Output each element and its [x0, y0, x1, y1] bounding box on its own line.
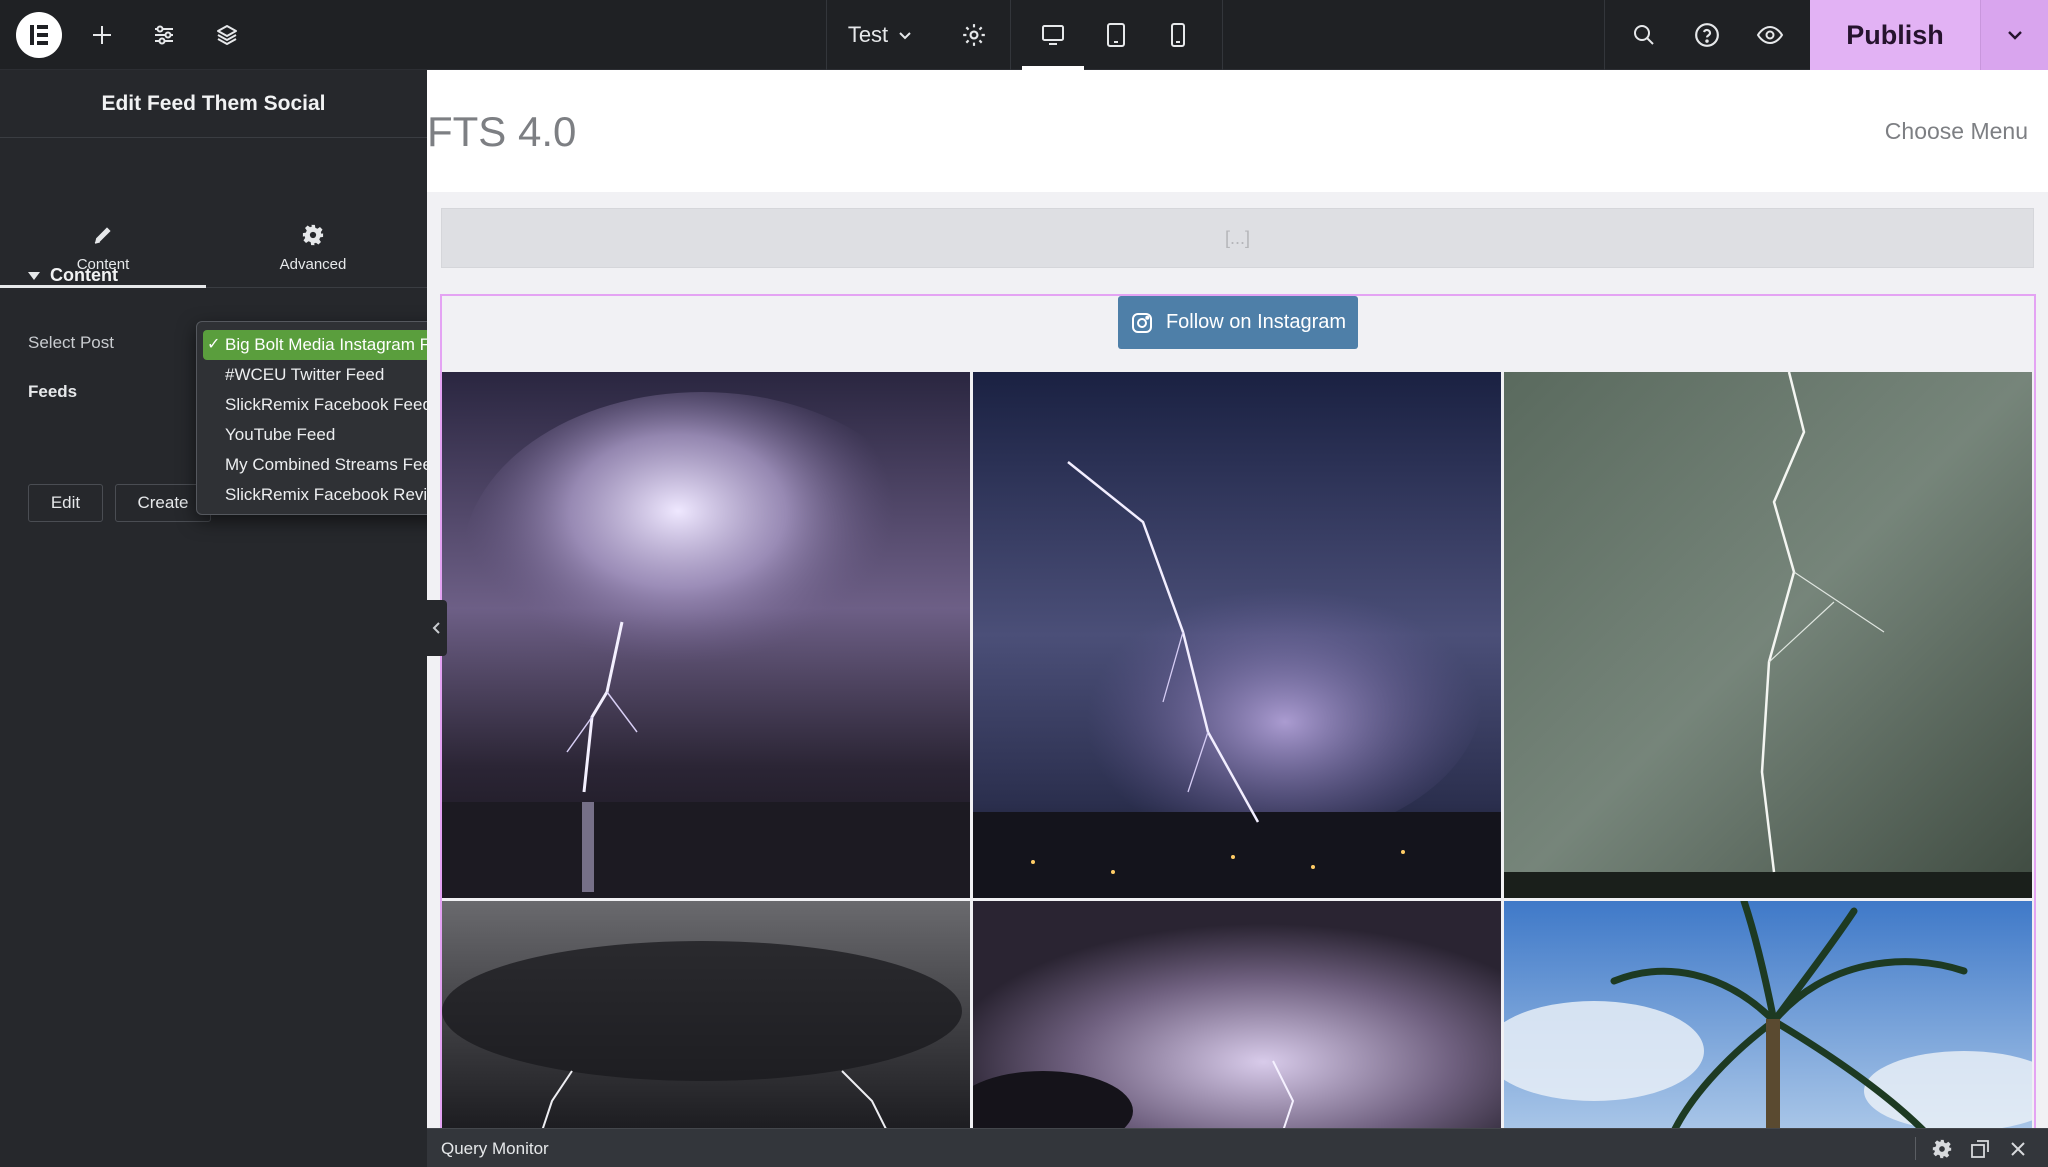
mobile-icon [1171, 23, 1185, 47]
query-monitor-close-button[interactable] [2003, 1129, 2033, 1167]
chevron-down-icon [899, 32, 911, 40]
help-button[interactable] [1687, 0, 1727, 70]
pencil-icon [94, 227, 111, 244]
query-monitor-popout-button[interactable] [1965, 1129, 1995, 1167]
edit-feed-button[interactable]: Edit [28, 484, 103, 522]
gear-icon [963, 24, 985, 46]
follow-on-instagram-button[interactable]: Follow on Instagram [1118, 296, 1358, 349]
feeds-label: Feeds [28, 382, 78, 401]
follow-button-label: Follow on Instagram [1165, 311, 1347, 333]
site-title[interactable]: FTS 4.0 [427, 108, 576, 156]
menu-link[interactable]: Choose Menu [1885, 118, 2028, 145]
divider [1604, 0, 1605, 70]
option-label: SlickRemix Facebook Reviews [225, 485, 458, 504]
site-header: FTS 4.0 Choose Menu [427, 70, 2048, 192]
tab-advanced-label: Advanced [279, 256, 347, 273]
section-title: Content [50, 265, 118, 285]
select-post-label: Select Post [28, 333, 114, 352]
instagram-photo[interactable] [442, 901, 970, 1128]
chevron-left-icon [432, 622, 440, 634]
layers-icon [217, 25, 237, 45]
instagram-icon [1131, 312, 1152, 333]
preview-canvas: FTS 4.0 Choose Menu [...] Follow on Inst… [427, 70, 2048, 1128]
shortcode-placeholder[interactable]: [...] [441, 208, 2034, 268]
option-label: Big Bolt Media Instagram Feed [225, 335, 459, 354]
publish-button[interactable]: Publish [1810, 0, 1980, 70]
query-monitor-title[interactable]: Query Monitor [441, 1129, 549, 1167]
instagram-photo[interactable] [442, 372, 970, 898]
publish-options-button[interactable] [1980, 0, 2048, 70]
site-settings-button[interactable] [144, 0, 184, 70]
instagram-photo[interactable] [973, 372, 1501, 898]
help-icon [1695, 23, 1719, 47]
gear-icon [302, 224, 324, 246]
preview-button[interactable] [1750, 0, 1790, 70]
plus-icon [93, 26, 111, 44]
query-monitor-bar: Query Monitor [427, 1128, 2048, 1167]
editor-panel: Edit Feed Them Social Content Advanced C… [0, 70, 427, 1167]
panel-title: Edit Feed Them Social [0, 70, 427, 138]
popout-icon [1971, 1139, 1989, 1158]
structure-button[interactable] [207, 0, 247, 70]
tablet-view-button[interactable] [1094, 0, 1138, 70]
page-settings-button[interactable] [954, 0, 994, 70]
divider [1222, 0, 1223, 70]
collapse-panel-button[interactable] [427, 600, 447, 656]
gear-icon [1932, 1139, 1952, 1158]
add-element-button[interactable] [82, 0, 122, 70]
eye-icon [1756, 25, 1784, 45]
divider [1010, 0, 1011, 70]
top-bar: Test Publish [0, 0, 2048, 70]
publish-label: Publish [1846, 19, 1944, 50]
tab-advanced[interactable]: Advanced [210, 138, 416, 288]
instagram-photo[interactable] [1504, 372, 2032, 898]
instagram-photo[interactable] [1504, 901, 2032, 1128]
caret-down-icon [28, 271, 40, 280]
divider [1915, 1137, 1916, 1160]
chevron-down-icon [2007, 31, 2022, 40]
desktop-icon [1042, 25, 1064, 45]
option-label: #WCEU Twitter Feed [225, 365, 385, 384]
document-title: Test [847, 22, 889, 47]
checkmark-icon: ✓ [207, 336, 221, 353]
finder-button[interactable] [1624, 0, 1664, 70]
document-title-button[interactable]: Test [826, 0, 934, 70]
option-label: SlickRemix Facebook Feed [225, 395, 432, 414]
search-icon [1634, 25, 1654, 45]
content-section-toggle[interactable]: Content [28, 265, 118, 286]
instagram-photo[interactable] [973, 901, 1501, 1128]
option-label: My Combined Streams Feed [225, 455, 442, 474]
sliders-icon [155, 25, 173, 45]
tablet-icon [1107, 23, 1125, 47]
mobile-view-button[interactable] [1156, 0, 1200, 70]
elementor-logo-icon[interactable] [16, 12, 62, 58]
desktop-view-button[interactable] [1022, 0, 1084, 70]
close-icon [2011, 1141, 2025, 1156]
query-monitor-settings-button[interactable] [1927, 1129, 1957, 1167]
option-label: YouTube Feed [225, 425, 336, 444]
